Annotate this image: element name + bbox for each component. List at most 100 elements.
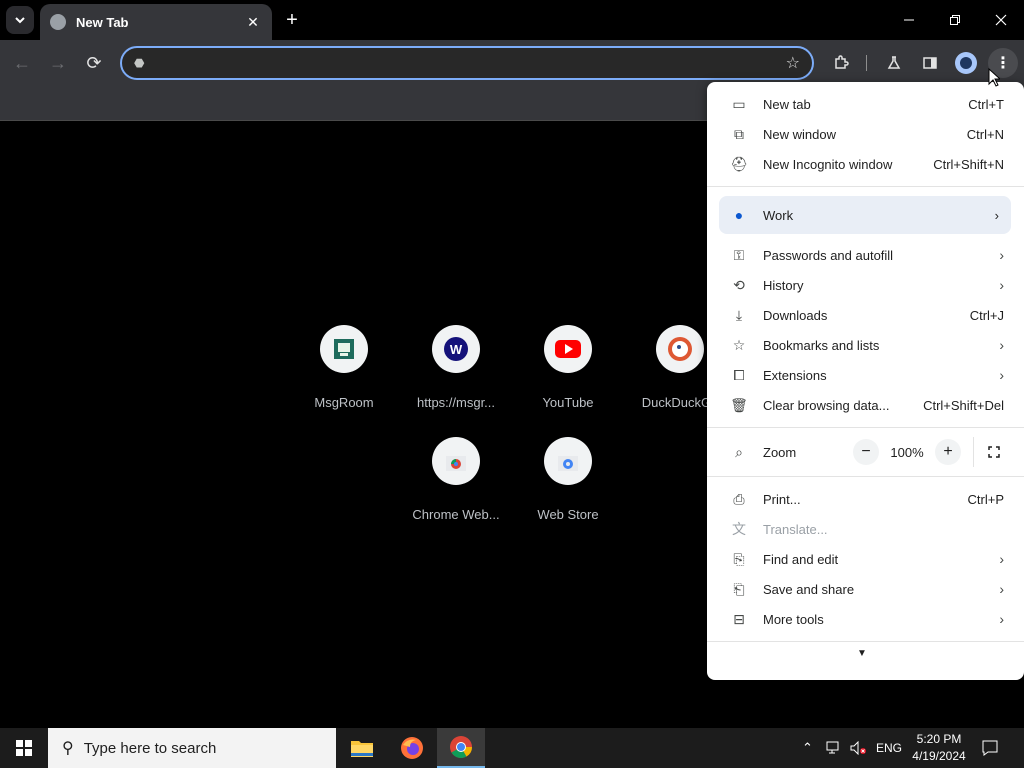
menu-item-passwords[interactable]: ⚿ Passwords and autofill › xyxy=(707,240,1024,270)
menu-item-profile-work[interactable]: ● Work › xyxy=(719,196,1011,234)
search-icon: ⚲ xyxy=(62,740,74,757)
menu-divider xyxy=(707,476,1024,477)
omnibox[interactable]: ⬣ ☆ xyxy=(120,46,814,80)
menu-item-save-share[interactable]: ⎗ Save and share › xyxy=(707,574,1024,604)
language-indicator[interactable]: ENG xyxy=(876,728,902,768)
notification-icon xyxy=(982,740,998,756)
menu-item-find-edit[interactable]: ⎘ Find and edit › xyxy=(707,544,1024,574)
zoom-divider xyxy=(973,437,974,467)
taskbar-search-box[interactable]: ⚲ Type here to search xyxy=(48,728,336,768)
close-icon xyxy=(995,14,1007,26)
title-bar: New Tab ✕ + xyxy=(0,0,1024,40)
save-share-icon: ⎗ xyxy=(733,580,745,597)
back-button[interactable]: ← xyxy=(8,49,36,77)
shortcut-msgroom[interactable]: MsgRoom xyxy=(296,325,392,425)
menu-item-extensions[interactable]: ⧠ Extensions › xyxy=(707,360,1024,390)
toolbar-divider xyxy=(866,55,867,71)
chevron-right-icon: › xyxy=(999,367,1004,383)
close-tab-icon[interactable]: ✕ xyxy=(244,13,262,31)
shortcut-youtube[interactable]: YouTube xyxy=(520,325,616,425)
shortcut-label: https://msgr... xyxy=(416,395,496,410)
new-window-icon: ⧉ xyxy=(734,125,744,142)
zoom-out-button[interactable]: − xyxy=(853,439,879,465)
zoom-level: 100% xyxy=(890,444,924,460)
msgroom-icon xyxy=(334,339,354,359)
zoom-controls: − 100% + xyxy=(853,437,1004,467)
reload-button[interactable]: ⟳ xyxy=(80,49,108,77)
printer-icon: ⎙ xyxy=(733,490,745,507)
person-icon: ● xyxy=(734,207,744,223)
volume-muted-icon xyxy=(850,741,866,755)
taskbar-chrome[interactable] xyxy=(437,728,485,768)
menu-item-new-incognito[interactable]: ⛑ New Incognito window Ctrl+Shift+N xyxy=(707,149,1024,179)
zoom-in-button[interactable]: + xyxy=(935,439,961,465)
zoom-magnifier-icon: ⌕ xyxy=(735,443,743,460)
tab-search-button[interactable] xyxy=(6,6,34,34)
shortcut-chrome-web[interactable]: Chrome Web... xyxy=(408,437,504,537)
address-input[interactable] xyxy=(156,55,786,71)
menu-scroll-down-arrow-icon[interactable]: ▼ xyxy=(857,648,867,659)
download-icon: ⤓ xyxy=(735,306,743,323)
tab-title: New Tab xyxy=(76,14,129,30)
arrow-right-icon: → xyxy=(49,52,67,73)
site-info-icon[interactable]: ⬣ xyxy=(134,56,148,70)
labs-button[interactable] xyxy=(882,51,906,75)
shortcut-label: Chrome Web... xyxy=(412,507,500,522)
person-icon xyxy=(960,57,972,69)
notifications-button[interactable] xyxy=(982,728,998,768)
menu-item-zoom: ⌕ Zoom − 100% + xyxy=(707,437,1024,467)
flask-icon xyxy=(887,56,901,69)
web-store-icon xyxy=(558,456,578,471)
bookmark-star-icon[interactable]: ☆ xyxy=(786,53,800,73)
show-hidden-icons-button[interactable]: ⌃ xyxy=(802,728,813,768)
menu-item-print[interactable]: ⎙ Print... Ctrl+P xyxy=(707,484,1024,514)
shortcut-msgr-w[interactable]: W https://msgr... xyxy=(408,325,504,425)
taskbar-firefox[interactable] xyxy=(388,728,436,768)
chevron-right-icon: › xyxy=(999,337,1004,353)
chevron-right-icon: › xyxy=(994,207,999,223)
extensions-button[interactable] xyxy=(829,51,853,75)
history-icon: ⟲ xyxy=(733,276,745,293)
menu-item-new-tab[interactable]: ▭ New tab Ctrl+T xyxy=(707,89,1024,119)
incognito-icon: ⛑ xyxy=(730,155,748,172)
chrome-menu: ▭ New tab Ctrl+T ⧉ New window Ctrl+N ⛑ N… xyxy=(707,82,1024,680)
volume-button[interactable] xyxy=(850,728,866,768)
key-icon: ⚿ xyxy=(733,246,745,263)
svg-text:W: W xyxy=(450,342,463,357)
network-button[interactable] xyxy=(826,728,842,768)
fullscreen-button[interactable] xyxy=(984,442,1004,462)
profile-avatar-button[interactable] xyxy=(955,52,977,74)
shortcut-label: Web Store xyxy=(537,507,599,522)
menu-item-new-window[interactable]: ⧉ New window Ctrl+N xyxy=(707,119,1024,149)
menu-item-history[interactable]: ⟲ History › xyxy=(707,270,1024,300)
menu-divider xyxy=(707,641,1024,642)
side-panel-button[interactable] xyxy=(918,51,942,75)
minimize-icon xyxy=(904,19,914,21)
translate-icon: 文 xyxy=(732,521,746,537)
new-tab-button[interactable]: + xyxy=(280,8,304,32)
forward-button[interactable]: → xyxy=(44,49,72,77)
chevron-right-icon: › xyxy=(999,277,1004,293)
taskbar-file-explorer[interactable] xyxy=(338,728,386,768)
taskbar-clock[interactable]: 5:20 PM 4/19/2024 xyxy=(905,731,973,765)
find-page-icon: ⎘ xyxy=(733,550,745,567)
trash-icon: 🗑 xyxy=(730,396,748,413)
shortcut-web-store[interactable]: Web Store xyxy=(520,437,616,537)
restore-button[interactable] xyxy=(932,0,978,40)
chevron-right-icon: › xyxy=(999,247,1004,263)
menu-item-downloads[interactable]: ⤓ Downloads Ctrl+J xyxy=(707,300,1024,330)
menu-item-bookmarks[interactable]: ☆ Bookmarks and lists › xyxy=(707,330,1024,360)
network-icon xyxy=(826,741,839,754)
menu-item-translate[interactable]: 文 Translate... xyxy=(707,514,1024,544)
clock-date: 4/19/2024 xyxy=(912,749,966,763)
start-button[interactable] xyxy=(0,728,48,768)
close-window-button[interactable] xyxy=(978,0,1024,40)
menu-item-more-tools[interactable]: ⊟ More tools › xyxy=(707,604,1024,634)
minimize-button[interactable] xyxy=(886,0,932,40)
tab-new-tab[interactable]: New Tab ✕ xyxy=(40,4,272,40)
windows-logo-icon xyxy=(16,740,32,756)
chevron-right-icon: › xyxy=(999,611,1004,627)
firefox-icon xyxy=(401,737,423,759)
arrow-left-icon: ← xyxy=(13,52,31,73)
menu-item-clear-browsing-data[interactable]: 🗑 Clear browsing data... Ctrl+Shift+Del xyxy=(707,390,1024,420)
